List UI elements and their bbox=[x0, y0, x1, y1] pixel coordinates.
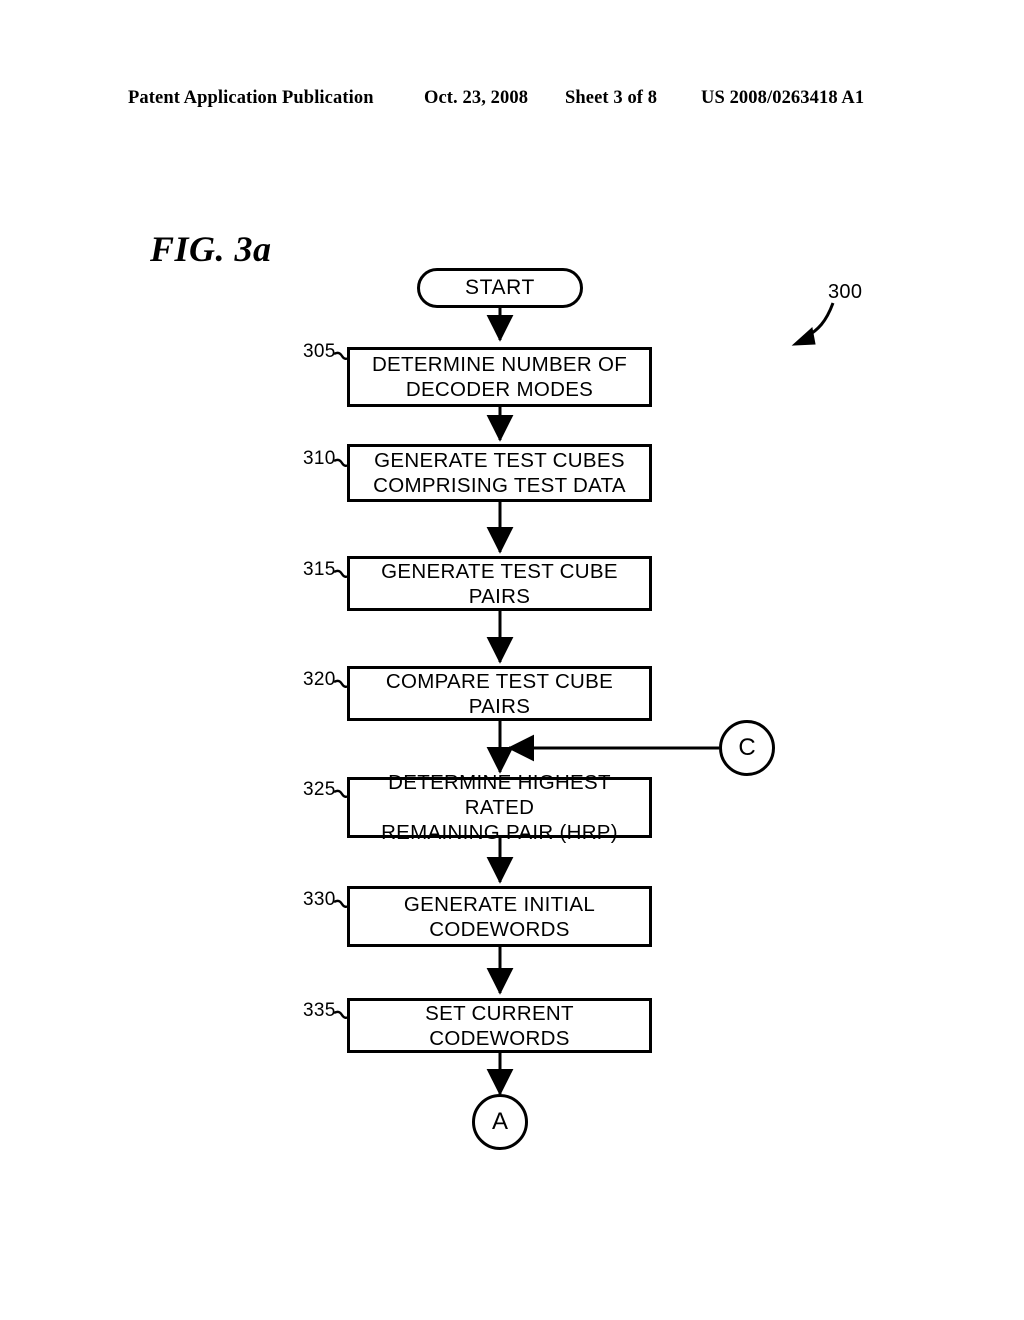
reference-numeral-335: 335 bbox=[303, 1000, 336, 1021]
reference-numeral-325: 325 bbox=[303, 779, 336, 800]
reference-numeral-320: 320 bbox=[303, 669, 336, 690]
flowchart-step-335[interactable]: SET CURRENT CODEWORDS bbox=[347, 998, 652, 1053]
flowchart-start-node[interactable]: START bbox=[417, 268, 583, 308]
flowchart-connector-c[interactable]: C bbox=[719, 720, 775, 776]
flowchart-step-305-label: DETERMINE NUMBER OF DECODER MODES bbox=[371, 353, 628, 401]
flowchart-start-label: START bbox=[465, 276, 535, 299]
flowchart-step-330[interactable]: GENERATE INITIAL CODEWORDS bbox=[347, 886, 652, 947]
reference-numeral-330: 330 bbox=[303, 889, 336, 910]
reference-numeral-315: 315 bbox=[303, 559, 336, 580]
flowchart-step-315-label: GENERATE TEST CUBE PAIRS bbox=[381, 559, 618, 608]
flowchart-step-325[interactable]: DETERMINE HIGHEST RATED REMAINING PAIR (… bbox=[347, 771, 652, 844]
flowchart-diagram: START 305 DETERMINE NUMBER OF DECODER MO… bbox=[0, 0, 1024, 1320]
flowchart-step-320-label: COMPARE TEST CUBE PAIRS bbox=[385, 669, 614, 718]
flowchart-step-305[interactable]: DETERMINE NUMBER OF DECODER MODES bbox=[347, 347, 652, 407]
flowchart-step-325-label: DETERMINE HIGHEST RATED REMAINING PAIR (… bbox=[381, 771, 618, 844]
reference-numeral-305: 305 bbox=[303, 341, 336, 362]
flowchart-step-310-label: GENERATE TEST CUBES COMPRISING TEST DATA bbox=[373, 449, 626, 497]
flowchart-step-330-label: GENERATE INITIAL CODEWORDS bbox=[403, 892, 596, 941]
flowchart-connector-c-label: C bbox=[738, 734, 756, 761]
reference-numeral-310: 310 bbox=[303, 448, 336, 469]
flowchart-step-315[interactable]: GENERATE TEST CUBE PAIRS bbox=[347, 556, 652, 611]
flowchart-connector-a-label: A bbox=[491, 1108, 508, 1135]
flowchart-step-310[interactable]: GENERATE TEST CUBES COMPRISING TEST DATA bbox=[347, 444, 652, 502]
reference-numeral-300: 300 bbox=[828, 281, 863, 303]
flowchart-step-320[interactable]: COMPARE TEST CUBE PAIRS bbox=[347, 666, 652, 721]
flowchart-connector-a[interactable]: A bbox=[472, 1094, 528, 1150]
flowchart-step-335-label: SET CURRENT CODEWORDS bbox=[425, 1001, 574, 1050]
